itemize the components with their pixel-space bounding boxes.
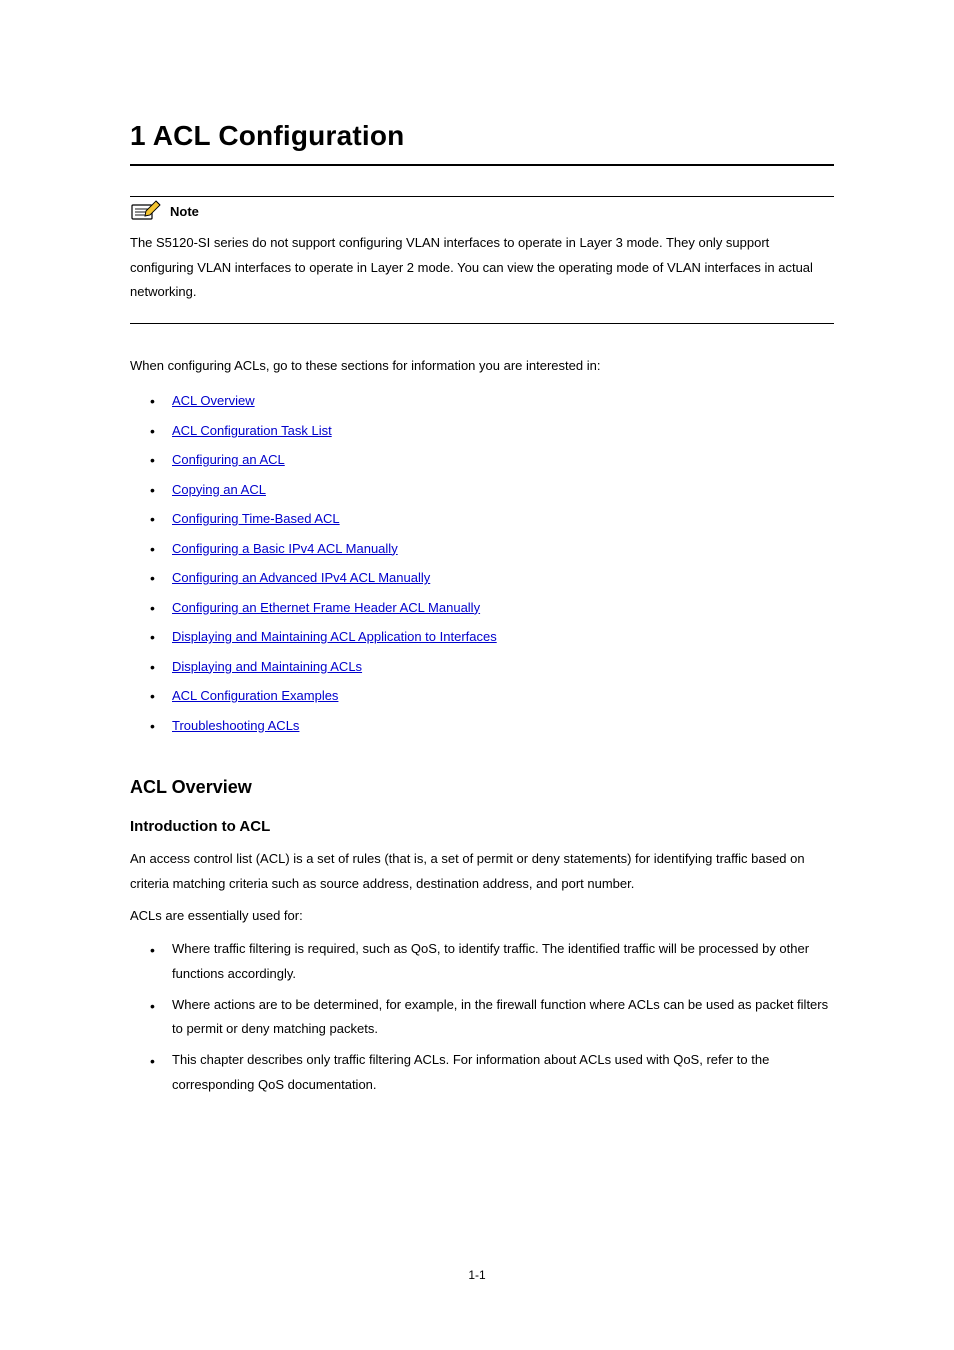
toc-link[interactable]: ACL Configuration Task List	[172, 423, 332, 438]
toc-list: ACL Overview ACL Configuration Task List…	[130, 391, 834, 735]
list-item: Configuring an Ethernet Frame Header ACL…	[172, 598, 834, 618]
list-item: Where traffic filtering is required, suc…	[172, 937, 834, 986]
toc-link[interactable]: Configuring an Ethernet Frame Header ACL…	[172, 600, 480, 615]
toc-link[interactable]: Copying an ACL	[172, 482, 266, 497]
list-item: Configuring Time-Based ACL	[172, 509, 834, 529]
toc-link[interactable]: ACL Configuration Examples	[172, 688, 338, 703]
page: 1 ACL Configuration Note The S5120-SI se…	[0, 0, 954, 1350]
intro-line: When configuring ACLs, go to these secti…	[130, 358, 834, 373]
note-label: Note	[170, 204, 199, 219]
body-bullet-list: Where traffic filtering is required, suc…	[130, 937, 834, 1097]
list-item: Copying an ACL	[172, 480, 834, 500]
paragraph: An access control list (ACL) is a set of…	[130, 847, 834, 896]
chapter-title: 1 ACL Configuration	[130, 120, 834, 152]
note-icon	[130, 197, 164, 221]
list-item: Configuring an ACL	[172, 450, 834, 470]
toc-link[interactable]: ACL Overview	[172, 393, 255, 408]
note-bottom-rule	[130, 323, 834, 324]
toc-link[interactable]: Configuring an Advanced IPv4 ACL Manuall…	[172, 570, 430, 585]
list-item: Troubleshooting ACLs	[172, 716, 834, 736]
toc-link[interactable]: Configuring an ACL	[172, 452, 285, 467]
paragraph: ACLs are essentially used for:	[130, 904, 834, 929]
toc-link[interactable]: Configuring Time-Based ACL	[172, 511, 340, 526]
list-item: Displaying and Maintaining ACL Applicati…	[172, 627, 834, 647]
list-item: Displaying and Maintaining ACLs	[172, 657, 834, 677]
toc-link[interactable]: Displaying and Maintaining ACL Applicati…	[172, 629, 497, 644]
toc-link[interactable]: Troubleshooting ACLs	[172, 718, 299, 733]
toc-link[interactable]: Displaying and Maintaining ACLs	[172, 659, 362, 674]
note-box: Note The S5120-SI series do not support …	[130, 196, 834, 324]
list-item: Configuring an Advanced IPv4 ACL Manuall…	[172, 568, 834, 588]
list-item: ACL Configuration Examples	[172, 686, 834, 706]
note-header: Note	[130, 197, 834, 221]
list-item: This chapter describes only traffic filt…	[172, 1048, 834, 1097]
toc-link[interactable]: Configuring a Basic IPv4 ACL Manually	[172, 541, 398, 556]
section-heading: ACL Overview	[130, 777, 834, 798]
list-item: Where actions are to be determined, for …	[172, 993, 834, 1042]
note-body: The S5120-SI series do not support confi…	[130, 231, 834, 305]
divider	[130, 164, 834, 166]
list-item: ACL Configuration Task List	[172, 421, 834, 441]
page-number: 1-1	[0, 1268, 954, 1282]
list-item: ACL Overview	[172, 391, 834, 411]
list-item: Configuring a Basic IPv4 ACL Manually	[172, 539, 834, 559]
subsection-heading: Introduction to ACL	[130, 818, 834, 835]
